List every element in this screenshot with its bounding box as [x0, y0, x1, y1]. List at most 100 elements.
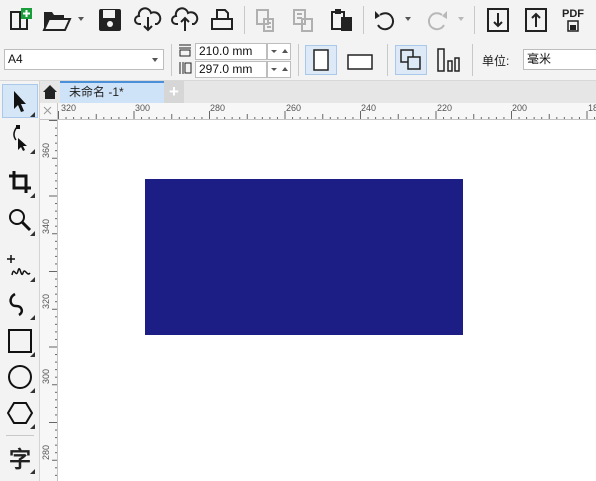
flyout-indicator: [30, 277, 35, 282]
ruler-label: 340: [41, 218, 51, 234]
toolbar-divider: [363, 6, 364, 34]
text-tool-glyph: 字: [8, 447, 31, 472]
paste-button[interactable]: [326, 4, 358, 36]
flyout-indicator: [30, 149, 35, 154]
page-width-field[interactable]: 210.0 mm: [195, 43, 267, 60]
toolbar-divider: [244, 6, 245, 34]
toolbar-divider: [474, 6, 475, 34]
ruler-label: 360: [41, 142, 51, 158]
standard-toolbar: PDF: [0, 0, 596, 40]
units-label: 单位:: [482, 54, 510, 68]
clipboard-icon: [331, 9, 352, 31]
toolbar-divider: [387, 44, 388, 76]
page-size-select[interactable]: A4: [4, 49, 164, 70]
toolbox: 字: [0, 81, 40, 481]
flyout-indicator: [30, 193, 35, 198]
export-icon: [525, 8, 547, 32]
units-select[interactable]: 毫米: [523, 49, 596, 70]
chevron-down-icon[interactable]: [78, 17, 84, 21]
page-width-icon: [179, 44, 191, 57]
undo-icon: [375, 11, 395, 31]
property-bar: A4 210.0 mm 297.0 mm 单位: 毫米: [0, 40, 596, 81]
chevron-down-icon[interactable]: [152, 58, 158, 62]
cloud-download-button[interactable]: [132, 4, 164, 36]
flyout-indicator: [30, 352, 35, 357]
ruler-label: 320: [61, 103, 77, 113]
all-pages-button[interactable]: [395, 45, 427, 75]
save-button[interactable]: [94, 4, 126, 36]
flyout-indicator: [30, 424, 35, 429]
flyout-indicator: [30, 315, 35, 320]
paste-properties-button[interactable]: [288, 4, 320, 36]
document-tab-bar: 未命名 -1* +: [40, 81, 596, 103]
open-button[interactable]: [40, 4, 74, 36]
ruler-label: 300: [41, 368, 51, 384]
crop-icon: [9, 171, 31, 193]
hexagon-icon: [7, 402, 33, 424]
ruler-label: 240: [361, 103, 377, 113]
flyout-indicator: [30, 112, 35, 117]
chevron-down-icon[interactable]: [458, 17, 464, 21]
portrait-button[interactable]: [305, 45, 337, 75]
new-document-button[interactable]: [4, 4, 36, 36]
ruler-label: 280: [41, 444, 51, 460]
redo-icon: [427, 11, 447, 31]
current-page-icon: [437, 48, 460, 72]
document-tab-label: 未命名 -1*: [69, 85, 124, 99]
chevron-down-icon[interactable]: [405, 17, 411, 21]
undo-button[interactable]: [368, 4, 402, 36]
welcome-home-button[interactable]: [40, 81, 60, 103]
tab-document[interactable]: 未命名 -1*: [60, 81, 164, 103]
vertical-ruler[interactable]: 360 340 320 300 280: [40, 120, 58, 481]
flyout-indicator: [30, 469, 35, 474]
portrait-page-icon: [313, 49, 329, 71]
print-icon: [211, 9, 233, 30]
pdf-icon: [567, 20, 579, 32]
copy-properties-button[interactable]: [250, 4, 282, 36]
save-icon: [99, 9, 121, 31]
publish-pdf-button[interactable]: PDF: [556, 4, 590, 36]
landscape-button[interactable]: [343, 45, 377, 75]
print-button[interactable]: [206, 4, 238, 36]
import-icon: [487, 8, 509, 32]
blue-rectangle[interactable]: [145, 179, 463, 335]
cloud-upload-icon: [171, 7, 199, 31]
page-width-stepper[interactable]: [267, 43, 291, 60]
rectangle-icon: [8, 329, 32, 353]
landscape-page-icon: [347, 54, 373, 70]
plus-icon: +: [169, 82, 179, 101]
ruler-label: 320: [41, 293, 51, 309]
current-page-button[interactable]: [432, 45, 464, 75]
ruler-label: 280: [210, 103, 226, 113]
horizontal-ruler[interactable]: 320 300 280 260 240 220 200 18: [58, 103, 596, 120]
toolbar-divider: [298, 44, 299, 76]
folder-open-icon: [42, 12, 72, 31]
ruler-label: 260: [286, 103, 302, 113]
ruler-label: 300: [135, 103, 151, 113]
ruler-origin[interactable]: [40, 103, 58, 120]
import-button[interactable]: [482, 4, 514, 36]
shape-node-icon: [13, 125, 27, 151]
brush-curve-icon: [9, 292, 24, 317]
cloud-upload-button[interactable]: [169, 4, 201, 36]
paste-properties-icon: [293, 9, 313, 32]
page-height-stepper[interactable]: [267, 61, 291, 78]
add-document-tab-button[interactable]: +: [164, 81, 184, 103]
cloud-download-icon: [134, 7, 162, 32]
new-document-icon: [10, 8, 32, 30]
ruler-label: 18: [588, 103, 596, 113]
flyout-indicator: [30, 231, 35, 236]
ruler-label: 220: [437, 103, 453, 113]
page-height-field[interactable]: 297.0 mm: [195, 61, 267, 78]
copy-properties-icon: [256, 9, 274, 32]
export-button[interactable]: [520, 4, 552, 36]
ruler-label: 200: [512, 103, 528, 113]
pdf-label: PDF: [562, 8, 584, 20]
toolbar-divider: [171, 44, 172, 76]
page-height-icon: [179, 62, 192, 74]
redo-button[interactable]: [420, 4, 454, 36]
page-width-value: 210.0 mm: [199, 44, 253, 58]
page-height-value: 297.0 mm: [199, 62, 253, 76]
home-icon: [43, 85, 57, 99]
units-value: 毫米: [527, 52, 552, 66]
